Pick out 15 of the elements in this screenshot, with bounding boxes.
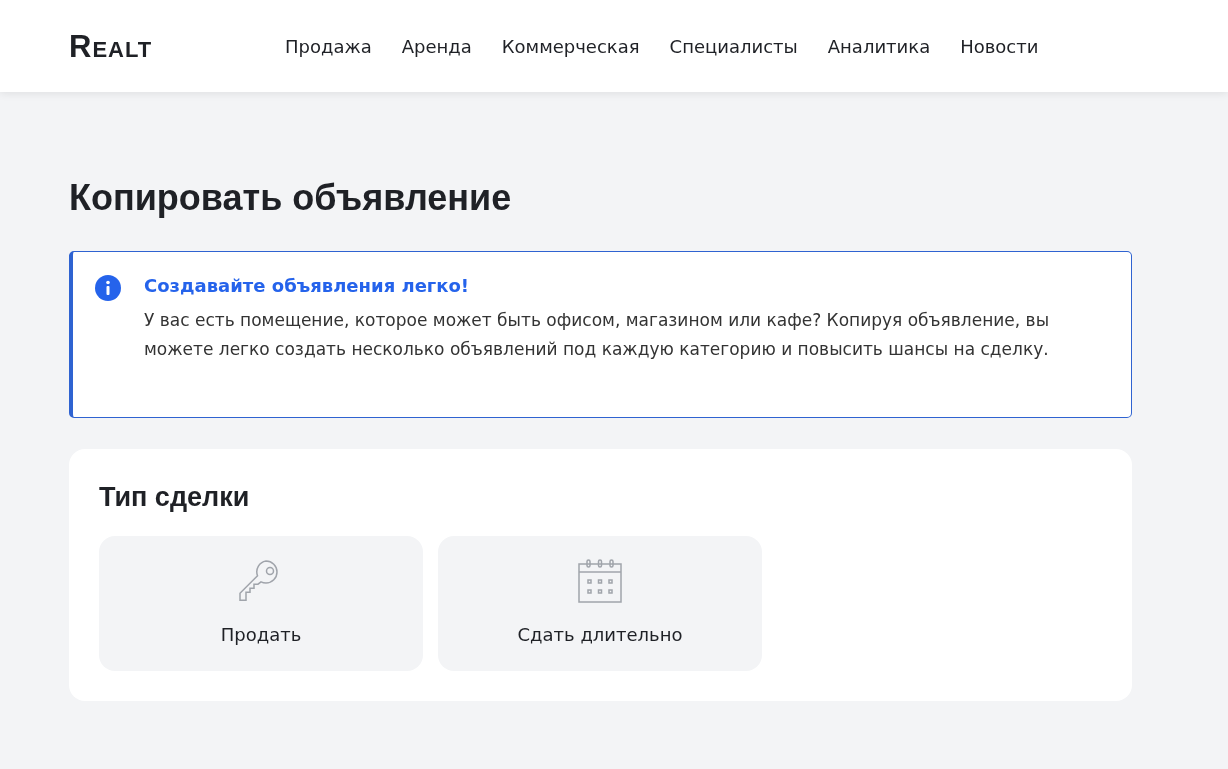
deal-option[interactable]: Продать	[99, 536, 423, 671]
nav-link[interactable]: Аренда	[401, 32, 472, 60]
section-title: Тип сделки	[99, 481, 251, 513]
nav-link[interactable]: Коммерческая	[501, 32, 640, 60]
nav-link[interactable]: Аналитика	[827, 32, 931, 60]
page-title: Копировать объявление	[69, 176, 513, 220]
logo[interactable]: Realt	[69, 30, 195, 62]
info-text: У вас есть помещение, которое может быть офисом, магазином или кафе? Копируя объявление, вы можете легко создать несколько объявлений под каждую категорию и повысить шансы на сделку.	[144, 309, 1051, 361]
nav-link[interactable]: Специалисты	[669, 32, 798, 60]
info-icon	[95, 275, 121, 301]
nav-link[interactable]: Новости	[960, 32, 1039, 60]
nav-link[interactable]: Продажа	[285, 32, 372, 60]
deal-option[interactable]: Сдать длительно	[438, 536, 762, 671]
info-title: Создавайте объявления легко!	[144, 274, 471, 298]
calendar-icon	[576, 558, 624, 606]
